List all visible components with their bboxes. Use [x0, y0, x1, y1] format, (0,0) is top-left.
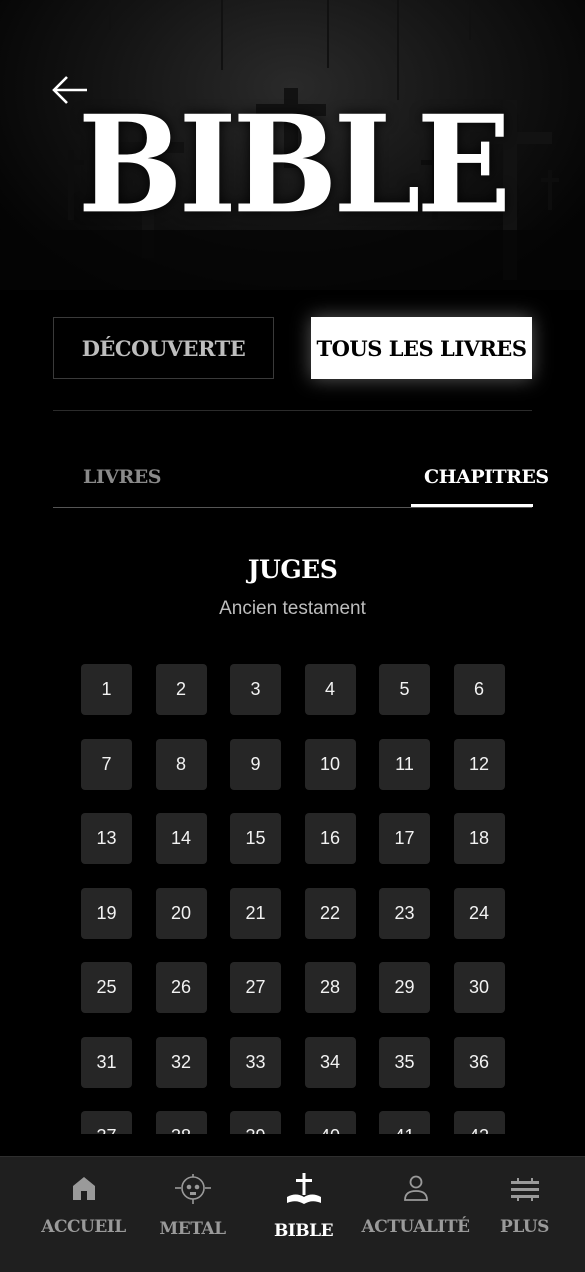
chapter-grid-viewport[interactable]: 1 2 3 4 5 6 7 8 9 10 11 12 13 14 15 16 17 18 19 20 21 22 23 24 2… — [0, 650, 585, 1134]
chapter-button[interactable]: 14 — [155, 813, 207, 864]
tabs-baseline — [53, 507, 532, 508]
nav-item-home[interactable]: ACCUEIL — [25, 1173, 142, 1263]
chapter-button[interactable]: 20 — [155, 887, 207, 939]
chapter-button[interactable]: 17 — [379, 813, 430, 864]
chapter-button[interactable]: 27 — [230, 962, 281, 1013]
chapter-button[interactable]: 12 — [453, 738, 505, 790]
chapter-button[interactable]: 3 — [230, 664, 281, 715]
chapter-button[interactable]: 36 — [453, 1036, 505, 1088]
chapter-button[interactable]: 34 — [304, 1036, 356, 1088]
chapter-button[interactable]: 6 — [453, 664, 505, 715]
nav-label-home: ACCUEIL — [41, 1217, 126, 1237]
discover-button[interactable]: DÉCOUVERTE — [53, 317, 274, 379]
chapter-button[interactable]: 37 — [81, 1111, 132, 1134]
chapter-button[interactable]: 18 — [453, 813, 505, 864]
home-icon — [72, 1177, 95, 1200]
chapter-button[interactable]: 16 — [304, 813, 356, 864]
chapter-button[interactable]: 1 — [81, 664, 132, 715]
book-title: JUGES — [247, 555, 338, 584]
chapter-button[interactable]: 15 — [230, 813, 281, 864]
chapter-button[interactable]: 19 — [81, 887, 132, 939]
nav-label-bible: BIBLE — [273, 1221, 334, 1241]
chapter-button[interactable]: 7 — [81, 738, 132, 790]
chapter-button[interactable]: 23 — [379, 887, 430, 939]
chapter-button[interactable]: 41 — [379, 1111, 430, 1134]
chapter-button[interactable]: 28 — [304, 962, 356, 1013]
chapter-button[interactable]: 21 — [230, 887, 281, 939]
cross-book-icon — [286, 1173, 321, 1204]
header-artwork: BIBLE — [0, 0, 585, 290]
book-testament: Ancien testament — [219, 598, 366, 619]
nav-label-metal: METAL — [159, 1219, 226, 1239]
chapter-button[interactable]: 32 — [155, 1036, 207, 1088]
section-divider — [53, 410, 532, 411]
chapter-button[interactable]: 35 — [379, 1036, 430, 1088]
tab-chapters[interactable]: CHAPITRES — [424, 462, 549, 492]
skull-icon — [174, 1174, 211, 1204]
chapter-button[interactable]: 31 — [81, 1036, 132, 1088]
tab-active-indicator — [411, 504, 533, 507]
chapter-button[interactable]: 4 — [304, 664, 356, 715]
chapter-button[interactable]: 13 — [81, 813, 132, 864]
chapter-button[interactable]: 10 — [304, 738, 356, 790]
chapter-button[interactable]: 33 — [230, 1036, 281, 1088]
nav-item-more[interactable]: PLUS — [466, 1173, 583, 1263]
tab-books[interactable]: LIVRES — [83, 462, 161, 492]
nav-item-news[interactable]: ACTUALITÉ — [357, 1173, 474, 1263]
chapter-button[interactable]: 9 — [230, 738, 281, 790]
chapter-button[interactable]: 40 — [304, 1111, 356, 1134]
chapter-button[interactable]: 8 — [155, 738, 207, 790]
chapter-button[interactable]: 11 — [379, 738, 430, 790]
chapter-button[interactable]: 5 — [379, 664, 430, 715]
chapter-button[interactable]: 25 — [81, 962, 132, 1013]
bible-logo: BIBLE — [77, 87, 511, 244]
chapter-button[interactable]: 22 — [304, 887, 356, 939]
chapter-button[interactable]: 2 — [155, 664, 207, 715]
nav-item-bible[interactable]: BIBLE — [245, 1173, 362, 1263]
nav-item-metal[interactable]: METAL — [134, 1173, 251, 1263]
chapter-button[interactable]: 24 — [453, 887, 505, 939]
chapter-button[interactable]: 39 — [230, 1111, 281, 1134]
chapter-button[interactable]: 42 — [453, 1111, 505, 1134]
nav-label-more: PLUS — [500, 1217, 549, 1237]
chapter-button[interactable]: 38 — [155, 1111, 207, 1134]
all-books-button[interactable]: TOUS LES LIVRES — [311, 317, 532, 379]
chapter-grid: 1 2 3 4 5 6 7 8 9 10 11 12 13 14 15 16 17 18 19 20 21 22 23 24 2… — [81, 664, 521, 1134]
more-icon — [510, 1178, 539, 1201]
news-person-icon — [403, 1175, 428, 1201]
bottom-navigation: ACCUEIL METAL BIBLE ACTUALITÉ PLUS — [0, 1156, 585, 1272]
chapter-button[interactable]: 29 — [379, 962, 430, 1013]
chapter-button[interactable]: 30 — [453, 962, 505, 1013]
chapter-button[interactable]: 26 — [155, 962, 207, 1013]
nav-label-news: ACTUALITÉ — [361, 1217, 470, 1237]
